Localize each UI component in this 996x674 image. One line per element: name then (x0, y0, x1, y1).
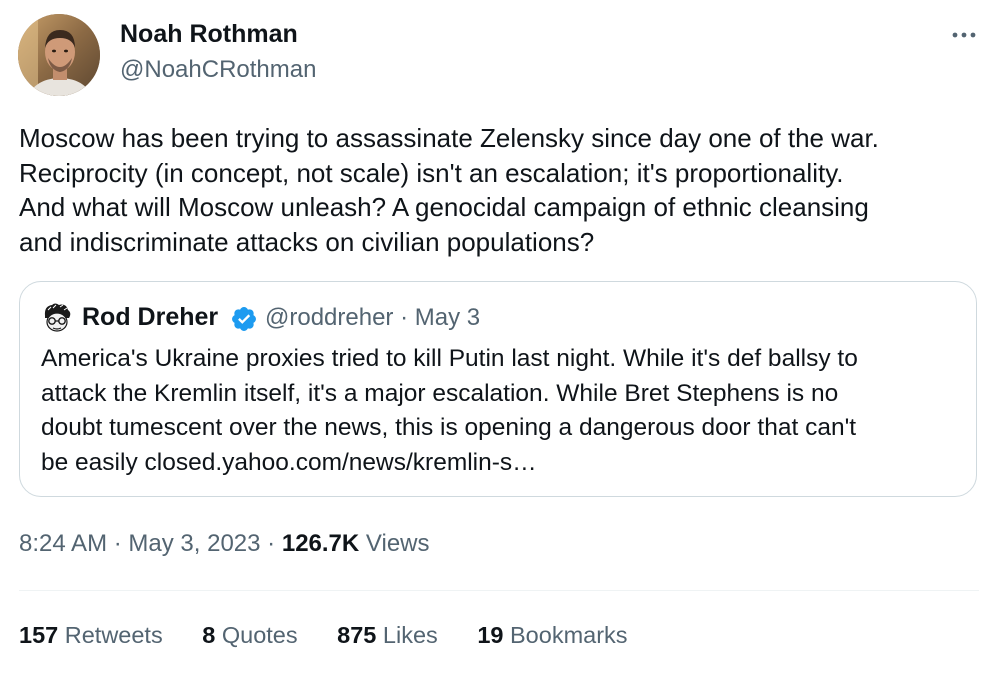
author-avatar[interactable] (18, 14, 100, 96)
quoted-text-line: be easily closed.yahoo.com/news/kremlin-… (41, 448, 537, 476)
meta-separator: · (267, 530, 276, 557)
quoted-author-name[interactable]: Rod Dreher (82, 303, 218, 332)
quoted-author-handle[interactable]: @roddreher (265, 304, 393, 331)
likes-stat[interactable]: 875 Likes (337, 622, 438, 649)
bookmarks-label: Bookmarks (510, 622, 628, 648)
meta-separator: · (400, 304, 409, 331)
quoted-tweet-text: America's Ukraine proxies tried to kill … (41, 342, 961, 480)
tweet-time[interactable]: 8:24 AM (19, 530, 107, 557)
tweet-text-line: and indiscriminate attacks on civilian p… (19, 226, 595, 257)
author-name[interactable]: Noah Rothman (120, 20, 298, 49)
bookmarks-count: 19 (477, 622, 504, 648)
retweets-count: 157 (19, 622, 59, 648)
author-avatar-image (18, 14, 100, 96)
divider (19, 590, 979, 591)
verified-badge-icon (230, 305, 258, 333)
tweet-date[interactable]: May 3, 2023 (128, 530, 260, 557)
retweets-stat[interactable]: 157 Retweets (19, 622, 163, 649)
likes-label: Likes (382, 622, 438, 648)
tweet-timestamp-row: 8:24 AM · May 3, 2023 · 126.7K Views (19, 530, 430, 558)
quotes-count: 8 (202, 622, 216, 648)
likes-count: 875 (337, 622, 377, 648)
quoted-tweet-date[interactable]: May 3 (415, 304, 480, 331)
author-handle[interactable]: @NoahCRothman (120, 56, 316, 84)
quotes-stat[interactable]: 8 Quotes (202, 622, 297, 649)
tweet-text-line: And what will Moscow unleash? A genocida… (19, 192, 869, 222)
quoted-text-line: doubt tumescent over the news, this is o… (41, 414, 857, 441)
quoted-text-line: America's Ukraine proxies tried to kill … (41, 345, 858, 372)
quoted-author-avatar[interactable] (40, 301, 74, 335)
views-count: 126.7K (281, 530, 360, 557)
tweet-text-line: Moscow has been trying to assassinate Ze… (19, 123, 879, 153)
quotes-label: Quotes (221, 622, 298, 648)
retweets-label: Retweets (64, 622, 163, 648)
bookmarks-stat[interactable]: 19 Bookmarks (477, 622, 627, 649)
quoted-tweet-meta: @roddreher · May 3 (265, 304, 480, 332)
tweet-text: Moscow has been trying to assassinate Ze… (19, 121, 979, 259)
views-label: Views (365, 530, 430, 557)
quoted-text-line: attack the Kremlin itself, it's a major … (41, 379, 839, 407)
tweet-text-line: Reciprocity (in concept, not scale) isn'… (19, 157, 844, 188)
engagement-stats: 157 Retweets 8 Quotes 875 Likes 19 Bookm… (19, 622, 661, 649)
meta-separator: · (113, 530, 122, 557)
quoted-author-avatar-image (40, 301, 74, 335)
quoted-tweet-card[interactable]: Rod Dreher @roddreher · May 3 America's … (19, 281, 977, 497)
more-options-icon[interactable] (946, 22, 982, 48)
